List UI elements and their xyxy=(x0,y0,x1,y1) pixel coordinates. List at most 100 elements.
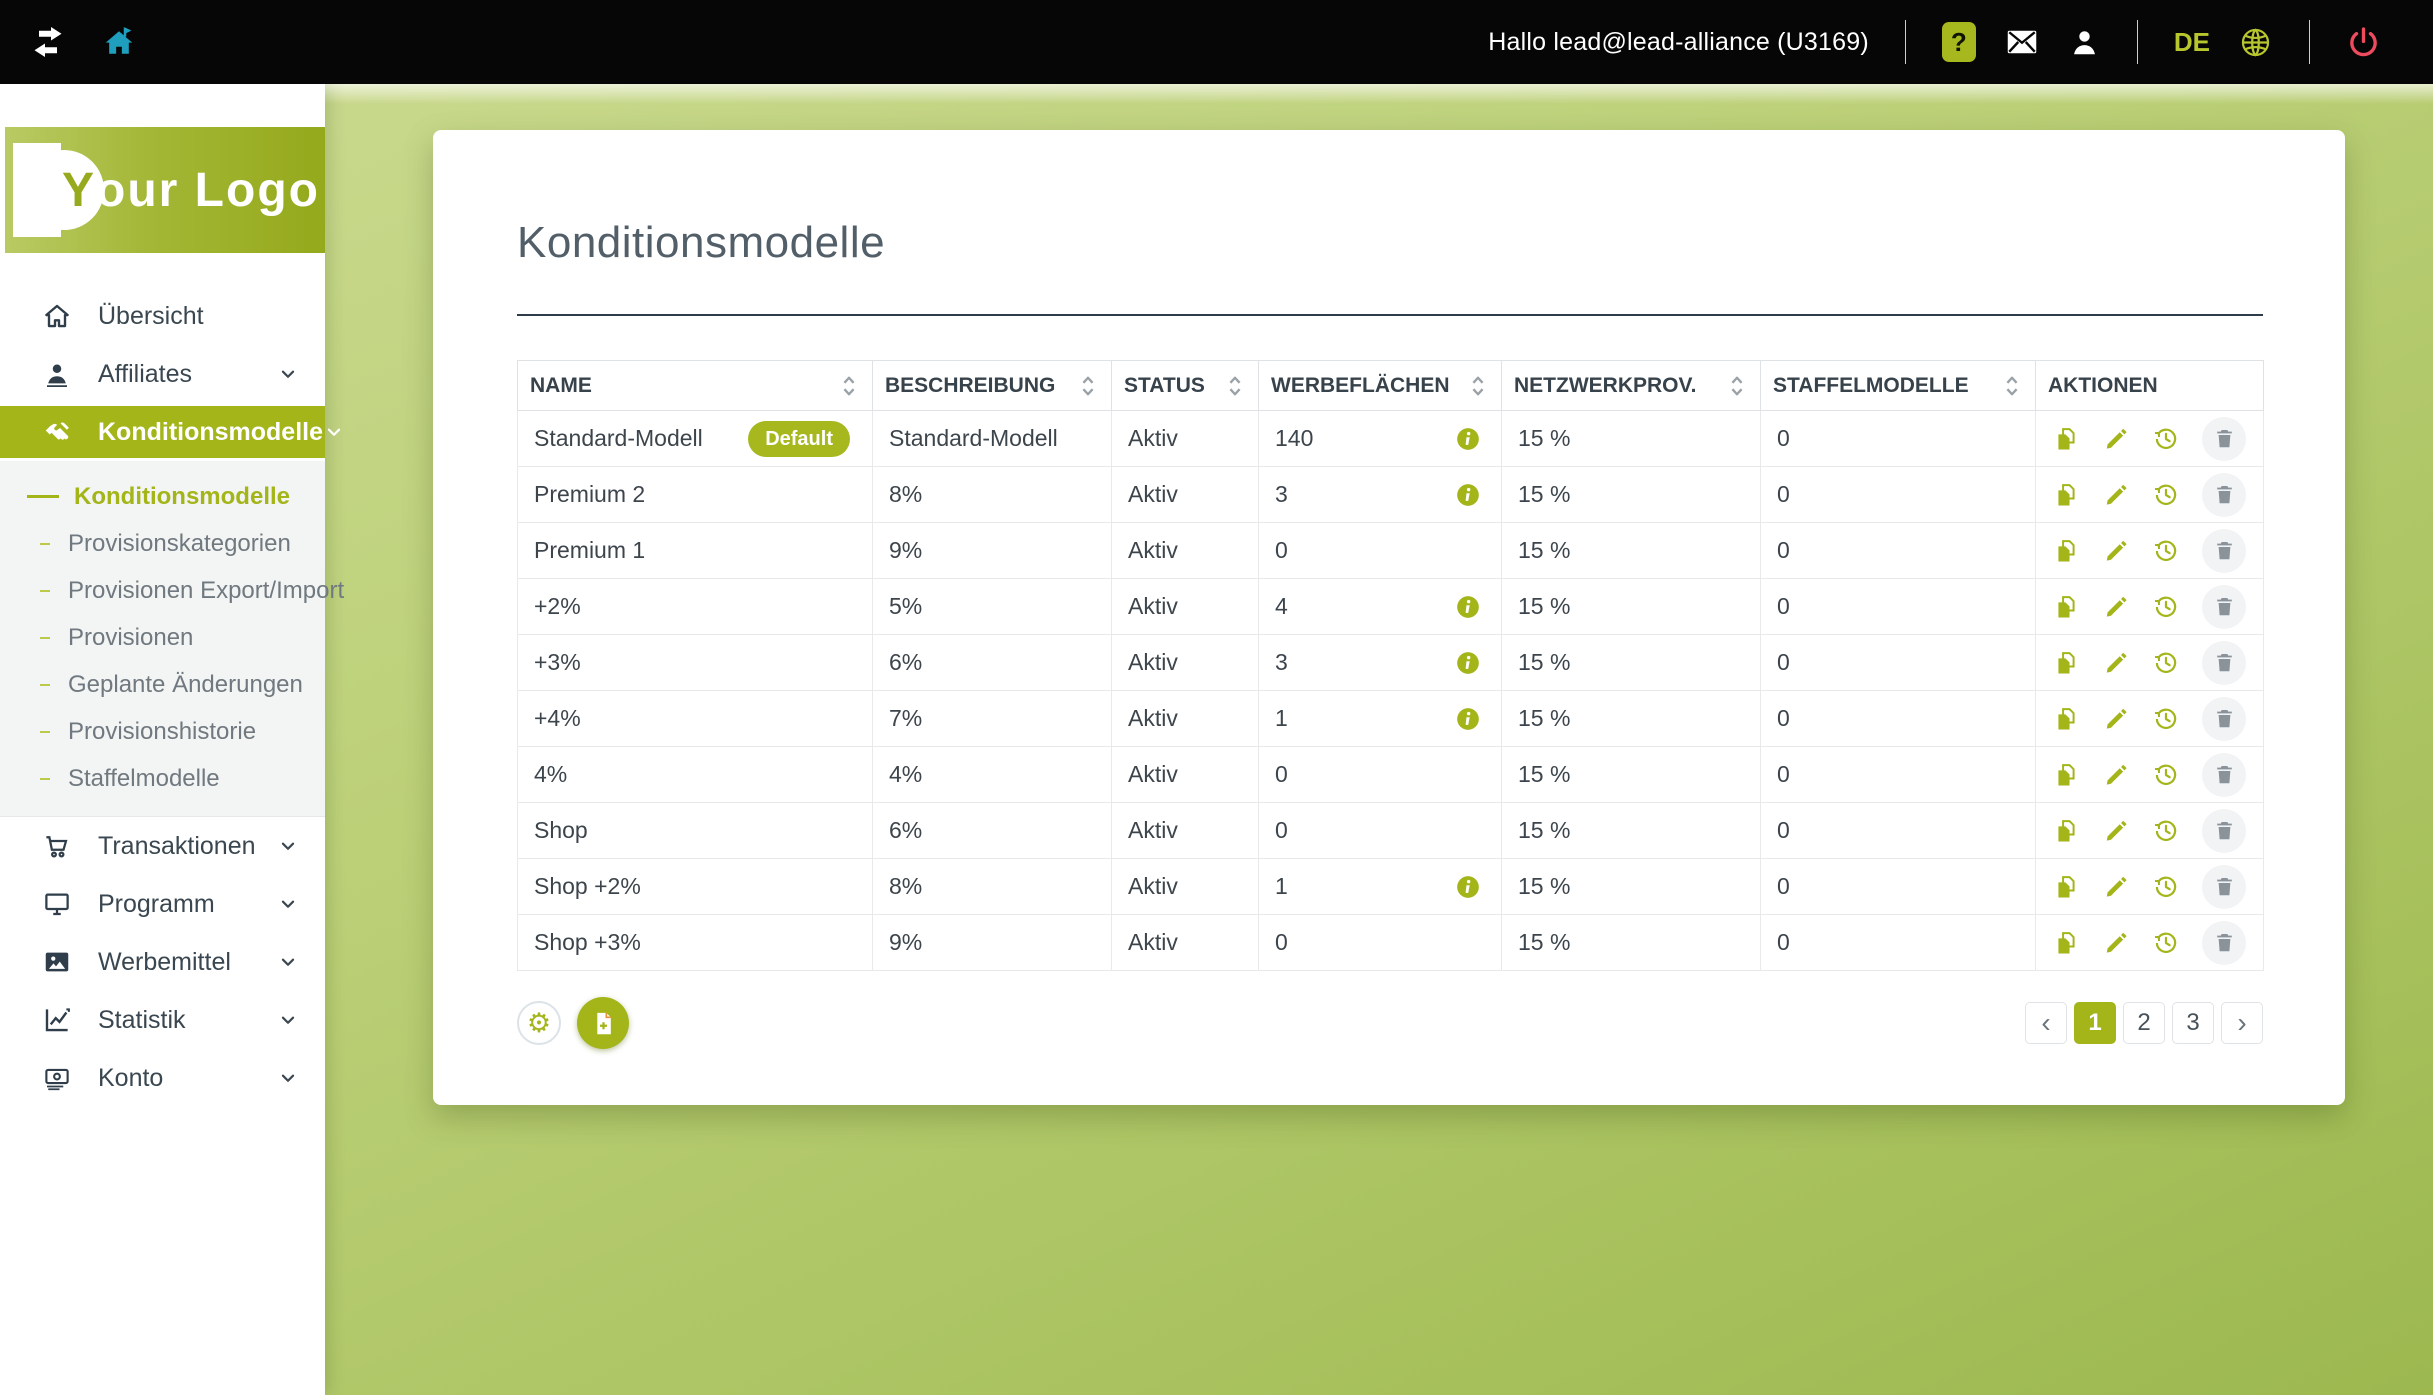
edit-icon[interactable] xyxy=(2102,649,2130,677)
column-header-beschreibung[interactable]: BESCHREIBUNG xyxy=(873,361,1112,411)
history-icon[interactable] xyxy=(2152,817,2180,845)
info-icon[interactable] xyxy=(1455,594,1481,620)
copy-icon[interactable] xyxy=(2052,817,2080,845)
sidebar-item-programm[interactable]: Programm xyxy=(0,875,325,933)
pagination-page-1[interactable]: 1 xyxy=(2074,1002,2116,1044)
sidebar-item-konto[interactable]: Konto xyxy=(0,1049,325,1107)
sidebar-item-affiliates[interactable]: Affiliates xyxy=(0,345,325,403)
trash-icon xyxy=(2212,482,2237,507)
submenu-item[interactable]: Geplante Änderungen xyxy=(0,661,325,708)
sidebar-item-werbemittel[interactable]: Werbemittel xyxy=(0,933,325,991)
history-icon[interactable] xyxy=(2152,761,2180,789)
submenu-item[interactable]: Provisionskategorien xyxy=(0,520,325,567)
submenu-item[interactable]: Provisionen xyxy=(0,614,325,661)
history-icon[interactable] xyxy=(2152,705,2180,733)
delete-button[interactable] xyxy=(2202,473,2246,517)
sort-icon[interactable] xyxy=(2001,373,2023,399)
submenu-item[interactable]: Staffelmodelle xyxy=(0,755,325,802)
logout-icon[interactable] xyxy=(2346,25,2381,60)
copy-icon[interactable] xyxy=(2052,481,2080,509)
cell-name: Shop +3% xyxy=(518,915,873,971)
topbar-left xyxy=(30,23,138,61)
cell-netzwerkprov: 15 % xyxy=(1502,803,1761,859)
column-header-staffelmodelle[interactable]: STAFFELMODELLE xyxy=(1761,361,2036,411)
delete-button[interactable] xyxy=(2202,417,2246,461)
edit-icon[interactable] xyxy=(2102,929,2130,957)
delete-button[interactable] xyxy=(2202,529,2246,573)
sidebar-item-uebersicht[interactable]: Übersicht xyxy=(0,287,325,345)
edit-icon[interactable] xyxy=(2102,761,2130,789)
history-icon[interactable] xyxy=(2152,425,2180,453)
copy-icon[interactable] xyxy=(2052,425,2080,453)
info-icon[interactable] xyxy=(1455,706,1481,732)
edit-icon[interactable] xyxy=(2102,705,2130,733)
sort-icon[interactable] xyxy=(1467,373,1489,399)
delete-button[interactable] xyxy=(2202,865,2246,909)
edit-icon[interactable] xyxy=(2102,425,2130,453)
pagination-prev[interactable]: ‹ xyxy=(2025,1002,2067,1044)
delete-button[interactable] xyxy=(2202,585,2246,629)
column-header-status[interactable]: STATUS xyxy=(1112,361,1259,411)
sidebar-item-transaktionen[interactable]: Transaktionen xyxy=(0,817,325,875)
delete-button[interactable] xyxy=(2202,809,2246,853)
edit-icon[interactable] xyxy=(2102,873,2130,901)
column-header-name[interactable]: NAME xyxy=(518,361,873,411)
column-header-werbeflächen[interactable]: WERBEFLÄCHEN xyxy=(1259,361,1502,411)
sidebar-item-label: Transaktionen xyxy=(98,832,277,861)
history-icon[interactable] xyxy=(2152,649,2180,677)
edit-icon[interactable] xyxy=(2102,817,2130,845)
sort-icon[interactable] xyxy=(1224,373,1246,399)
sidebar-item-konditionsmodelle[interactable]: Konditionsmodelle xyxy=(0,406,325,458)
info-icon[interactable] xyxy=(1455,482,1481,508)
cell-aktionen xyxy=(2036,523,2264,579)
settings-button[interactable]: ⚙ xyxy=(517,1001,561,1045)
sort-icon[interactable] xyxy=(1726,373,1748,399)
submenu-item[interactable]: Konditionsmodelle xyxy=(0,473,325,520)
cell-status: Aktiv xyxy=(1112,523,1259,579)
mail-icon[interactable] xyxy=(2004,24,2040,60)
submenu-item[interactable]: Provisionshistorie xyxy=(0,708,325,755)
copy-icon[interactable] xyxy=(2052,537,2080,565)
account-icon[interactable] xyxy=(2068,26,2101,59)
cell-status: Aktiv xyxy=(1112,411,1259,467)
info-icon[interactable] xyxy=(1455,650,1481,676)
edit-icon[interactable] xyxy=(2102,537,2130,565)
logo[interactable]: Your Logo xyxy=(5,127,325,253)
submenu-item[interactable]: Provisionen Export/Import xyxy=(0,567,325,614)
delete-button[interactable] xyxy=(2202,753,2246,797)
submenu-item-label: Provisionskategorien xyxy=(68,530,291,558)
sort-icon[interactable] xyxy=(838,373,860,399)
history-icon[interactable] xyxy=(2152,929,2180,957)
history-icon[interactable] xyxy=(2152,481,2180,509)
globe-icon[interactable] xyxy=(2238,25,2273,60)
copy-icon[interactable] xyxy=(2052,873,2080,901)
cell-aktionen xyxy=(2036,691,2264,747)
column-header-netzwerkprov[interactable]: NETZWERKPROV. xyxy=(1502,361,1761,411)
history-icon[interactable] xyxy=(2152,593,2180,621)
sidebar-toggle-icon[interactable] xyxy=(30,27,66,57)
pagination-page-3[interactable]: 3 xyxy=(2172,1002,2214,1044)
history-icon[interactable] xyxy=(2152,873,2180,901)
sort-icon[interactable] xyxy=(1077,373,1099,399)
copy-icon[interactable] xyxy=(2052,593,2080,621)
history-icon[interactable] xyxy=(2152,537,2180,565)
language-label[interactable]: DE xyxy=(2174,27,2210,58)
info-icon[interactable] xyxy=(1455,874,1481,900)
copy-icon[interactable] xyxy=(2052,705,2080,733)
pagination-page-2[interactable]: 2 xyxy=(2123,1002,2165,1044)
home-icon[interactable] xyxy=(100,23,138,61)
copy-icon[interactable] xyxy=(2052,929,2080,957)
delete-button[interactable] xyxy=(2202,641,2246,685)
sidebar-item-statistik[interactable]: Statistik xyxy=(0,991,325,1049)
edit-icon[interactable] xyxy=(2102,481,2130,509)
edit-icon[interactable] xyxy=(2102,593,2130,621)
help-icon[interactable]: ? xyxy=(1942,22,1976,62)
copy-icon[interactable] xyxy=(2052,649,2080,677)
delete-button[interactable] xyxy=(2202,921,2246,965)
pagination-next[interactable]: › xyxy=(2221,1002,2263,1044)
info-icon[interactable] xyxy=(1455,426,1481,452)
delete-button[interactable] xyxy=(2202,697,2246,741)
copy-icon[interactable] xyxy=(2052,761,2080,789)
cell-beschreibung: 8% xyxy=(873,467,1112,523)
export-button[interactable] xyxy=(577,997,629,1049)
